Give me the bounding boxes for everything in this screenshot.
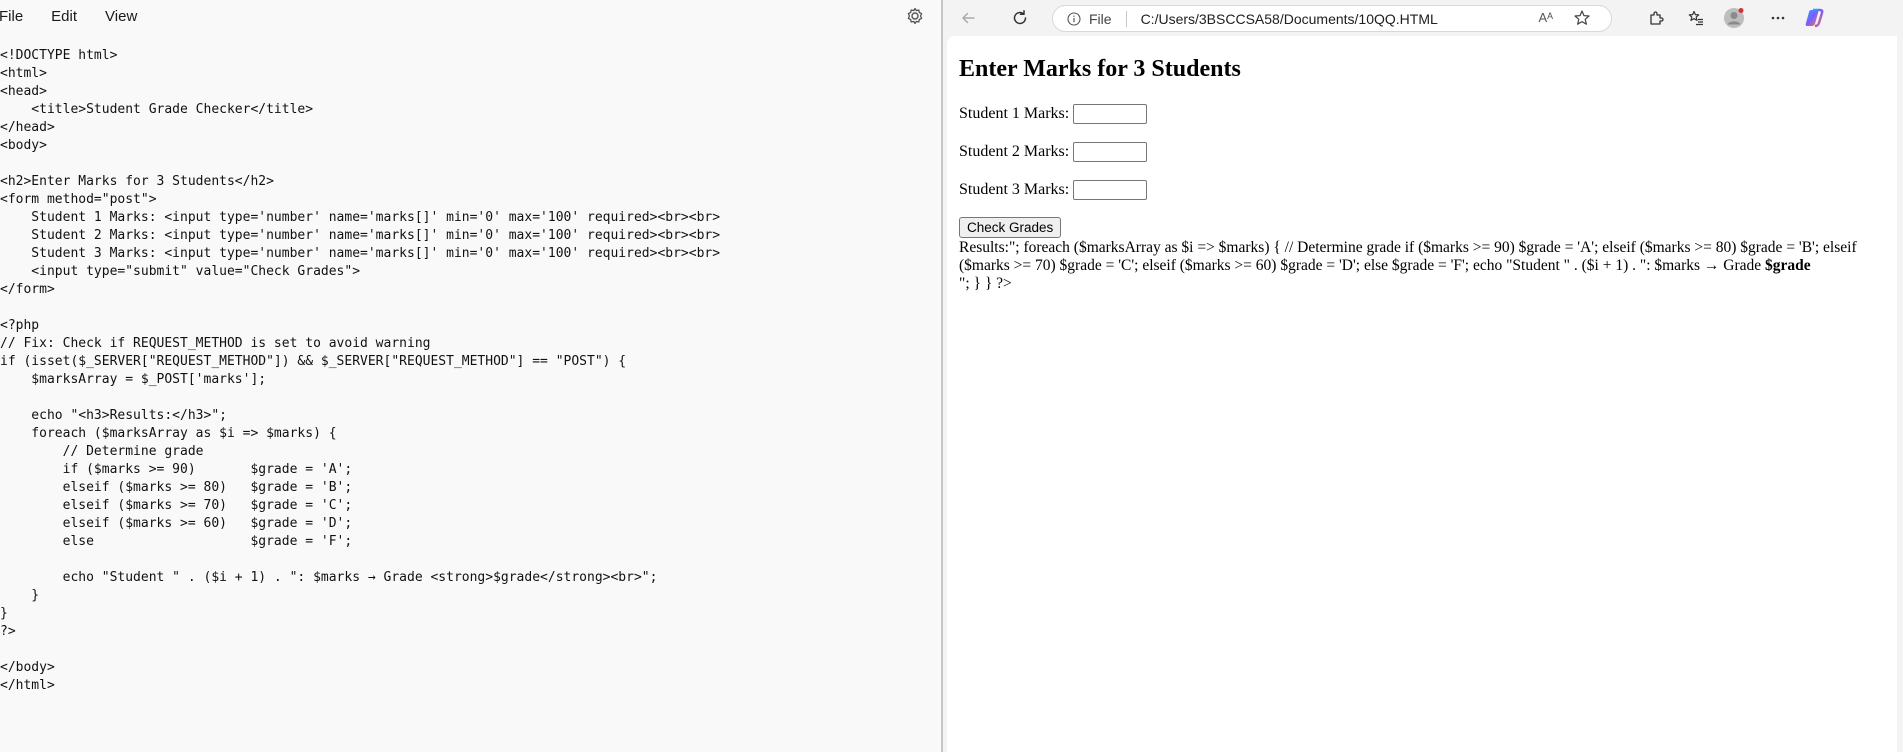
scheme-label: File <box>1089 10 1112 27</box>
menu-file[interactable]: File <box>0 8 39 25</box>
student-3-label: Student 3 Marks: <box>959 181 1070 198</box>
browser-toolbar: File C:/Users/3BSCCSA58/Documents/10QQ.H… <box>943 0 1903 36</box>
browser-window: File C:/Users/3BSCCSA58/Documents/10QQ.H… <box>943 0 1903 752</box>
student-2-label: Student 2 Marks: <box>959 143 1070 160</box>
address-divider <box>1125 10 1127 27</box>
extensions-icon[interactable] <box>1643 6 1669 30</box>
more-options-icon[interactable] <box>1765 6 1791 30</box>
menu-bar: File Edit View <box>0 0 941 32</box>
student-1-row: Student 1 Marks: <box>959 103 1889 125</box>
student-2-row: Student 2 Marks: <box>959 141 1889 163</box>
student-1-label: Student 1 Marks: <box>959 105 1070 122</box>
url-text[interactable]: C:/Users/3BSCCSA58/Documents/10QQ.HTML <box>1141 11 1438 27</box>
address-bar[interactable]: File C:/Users/3BSCCSA58/Documents/10QQ.H… <box>1052 5 1612 32</box>
output-bold-text: $grade <box>1765 257 1811 274</box>
menu-edit[interactable]: Edit <box>39 8 93 25</box>
student-2-marks-input[interactable] <box>1073 142 1148 162</box>
profile-avatar-icon[interactable] <box>1721 6 1747 30</box>
student-3-marks-input[interactable] <box>1073 180 1148 200</box>
rendered-page: Enter Marks for 3 Students Student 1 Mar… <box>947 56 1897 293</box>
gear-icon[interactable] <box>905 6 925 26</box>
check-grades-button[interactable]: Check Grades <box>959 217 1062 238</box>
code-text-area[interactable]: <!DOCTYPE html> <html> <head> <title>Stu… <box>0 47 720 695</box>
page-heading: Enter Marks for 3 Students <box>959 56 1241 82</box>
text-editor-window: File Edit View <!DOCTYPE html> <html> <h… <box>0 0 943 752</box>
output-text: Results:"; foreach ($marksArray as $i =>… <box>959 239 1857 274</box>
copilot-icon[interactable] <box>1801 6 1827 30</box>
menu-view[interactable]: View <box>93 8 153 25</box>
back-arrow-icon[interactable] <box>955 6 981 30</box>
page-viewport: Enter Marks for 3 Students Student 1 Mar… <box>947 36 1897 752</box>
info-icon[interactable] <box>1067 11 1081 26</box>
favorites-list-icon[interactable] <box>1683 6 1709 30</box>
output-tail-text: "; } } ?> <box>959 275 1012 292</box>
student-3-row: Student 3 Marks: <box>959 179 1889 201</box>
favorite-star-icon[interactable] <box>1573 9 1591 27</box>
refresh-icon[interactable] <box>1007 6 1033 30</box>
student-1-marks-input[interactable] <box>1073 104 1148 124</box>
raw-php-output: Results:"; foreach ($marksArray as $i =>… <box>959 239 1894 293</box>
read-aloud-icon[interactable]: Aᴬ <box>1538 10 1553 25</box>
